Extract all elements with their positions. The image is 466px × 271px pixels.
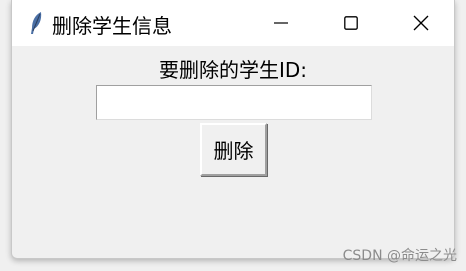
delete-button[interactable]: 删除 (200, 123, 267, 176)
close-icon (413, 15, 429, 31)
form-area: 要删除的学生ID: 删除 (12, 46, 454, 259)
minimize-icon (274, 22, 288, 24)
minimize-button[interactable] (252, 0, 310, 46)
student-id-label: 要删除的学生ID: (158, 58, 308, 82)
app-window: 删除学生信息 要删除的学生ID: 删除 (11, 0, 455, 259)
title-bar[interactable]: 删除学生信息 (12, 0, 454, 46)
maximize-button[interactable] (322, 0, 380, 46)
watermark: CSDN @命运之光 (342, 248, 457, 264)
window-title: 删除学生信息 (52, 14, 172, 38)
maximize-icon (344, 16, 358, 30)
close-button[interactable] (392, 0, 450, 46)
student-id-input[interactable] (96, 85, 372, 120)
feather-icon (29, 11, 43, 35)
